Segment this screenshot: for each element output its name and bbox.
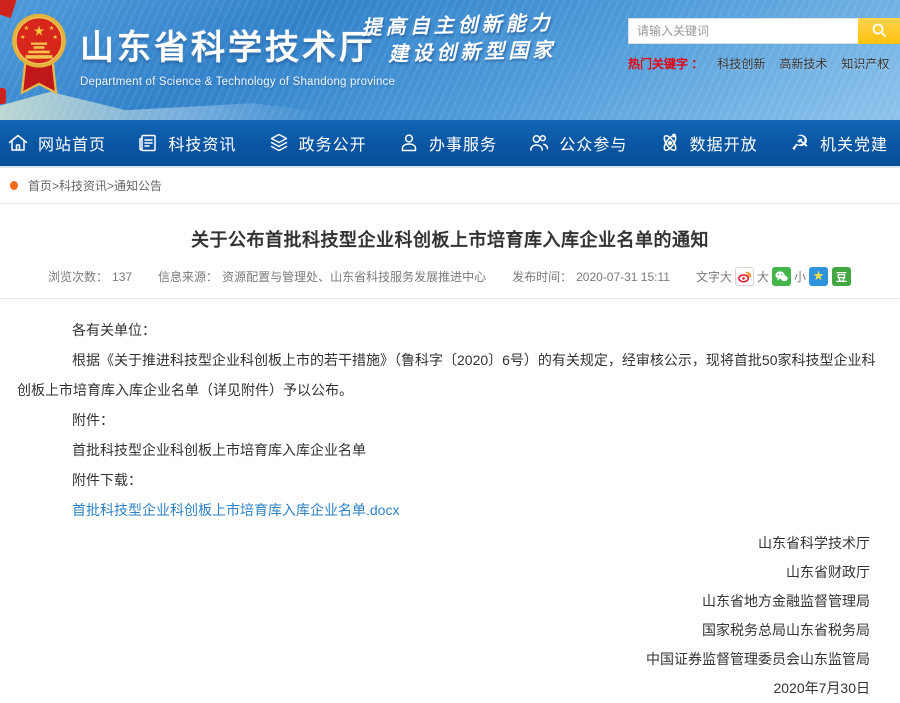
nav-item-label: 机关党建	[820, 131, 888, 155]
nav-item-label: 公众参与	[559, 131, 627, 155]
nav-item-gov-disclosure[interactable]: 政务公开	[263, 131, 371, 155]
breadcrumb[interactable]: 首页>科技资讯>通知公告	[28, 177, 162, 194]
nav-item-services[interactable]: 办事服务	[393, 131, 501, 155]
party-icon: ☭	[788, 131, 812, 155]
douban-share-icon[interactable]: 豆	[832, 267, 851, 286]
source-label: 信息来源：	[158, 268, 218, 285]
hot-keyword-link[interactable]: 科技创新	[717, 55, 765, 72]
nav-item-label: 科技资讯	[168, 131, 236, 155]
nav-item-label: 政务公开	[299, 131, 367, 155]
signature-org: 国家税务总局山东省税务局	[0, 616, 870, 645]
salutation: 各有关单位：	[17, 315, 883, 345]
layers-icon	[267, 131, 291, 155]
search-button[interactable]	[858, 18, 900, 44]
source-meta: 信息来源： 资源配置与管理处、山东省科技服务发展推进中心	[158, 268, 486, 285]
nav-item-news[interactable]: 科技资讯	[132, 131, 240, 155]
signature-org: 山东省财政厅	[0, 558, 870, 587]
body-paragraph: 根据《关于推进科技型企业科创板上市的若干措施》（鲁科字〔2020〕6号）的有关规…	[17, 345, 883, 405]
font-size-large-option[interactable]: 大	[757, 268, 769, 285]
page: ★ ★ ★ ★ ★ 山东省科学技术厅 Department of Science…	[0, 0, 900, 677]
slogan-line-2: 建设创新型国家	[362, 36, 557, 68]
header-slogan: 提高自主创新能力 建设创新型国家	[361, 9, 556, 68]
main-navigation: 网站首页 科技资讯 政务公开	[0, 120, 900, 168]
national-emblem-logo: ★ ★ ★ ★ ★	[12, 12, 66, 105]
publish-time-meta: 发布时间： 2020-07-31 15:11	[512, 268, 670, 285]
nav-item-label: 数据开放	[690, 131, 758, 155]
svg-text:★: ★	[49, 25, 55, 32]
font-size-small-option[interactable]: 小	[794, 268, 806, 285]
article-area: 关于公布首批科技型企业科创板上市培育库入库企业名单的通知 浏览次数： 137 信…	[0, 226, 900, 703]
site-header: ★ ★ ★ ★ ★ 山东省科学技术厅 Department of Science…	[0, 0, 900, 120]
attachment-download-link[interactable]: 首批科技型企业科创板上市培育库入库企业名单.docx	[72, 502, 399, 518]
signature-date: 2020年7月30日	[0, 674, 870, 703]
nav-item-public-participation[interactable]: 公众参与	[523, 131, 631, 155]
svg-text:★: ★	[52, 34, 58, 41]
site-title-english: Department of Science & Technology of Sh…	[80, 76, 395, 88]
article-body: 各有关单位： 根据《关于推进科技型企业科创板上市的若干措施》（鲁科字〔2020〕…	[0, 299, 900, 525]
signature-org: 山东省地方金融监督管理局	[0, 587, 870, 616]
search-area: 热门关键字 ： 科技创新 高新技术 知识产权	[628, 18, 900, 72]
svg-text:★: ★	[24, 25, 30, 32]
article-meta-row: 浏览次数： 137 信息来源： 资源配置与管理处、山东省科技服务发展推进中心 发…	[0, 267, 900, 299]
attachment-name: 首批科技型企业科创板上市培育库入库企业名单	[17, 435, 883, 465]
hot-keywords-label: 热门关键字 ：	[628, 55, 703, 72]
hot-keywords-row: 热门关键字 ： 科技创新 高新技术 知识产权	[628, 55, 900, 72]
views-count: 137	[112, 270, 132, 284]
nav-item-home[interactable]: 网站首页	[2, 131, 110, 155]
signature-org: 山东省科学技术厅	[0, 529, 870, 558]
font-size-and-share: 文字大 大	[696, 267, 852, 286]
hot-keyword-link[interactable]: 知识产权	[841, 55, 889, 72]
views-label: 浏览次数：	[48, 268, 108, 285]
atom-icon	[658, 131, 682, 155]
attachment-label: 附件：	[17, 405, 883, 435]
news-icon	[136, 131, 160, 155]
left-edge-decoration	[0, 88, 6, 104]
nav-item-party-building[interactable]: ☭ 机关党建	[784, 131, 892, 155]
page-title: 关于公布首批科技型企业科创板上市培育库入库企业名单的通知	[0, 226, 900, 252]
people-icon	[527, 131, 551, 155]
home-icon	[6, 131, 30, 155]
download-label: 附件下载：	[17, 465, 883, 495]
svg-text:★: ★	[20, 34, 26, 41]
svg-text:★: ★	[33, 24, 45, 39]
nav-item-label: 办事服务	[429, 131, 497, 155]
signature-org: 中国证券监督管理委员会山东监管局	[0, 645, 870, 674]
publish-time-label: 发布时间：	[512, 268, 572, 285]
person-icon	[397, 131, 421, 155]
qzone-star-share-icon[interactable]: ★	[809, 267, 828, 286]
site-title: 山东省科学技术厅	[80, 20, 395, 69]
hot-keyword-link[interactable]: 高新技术	[779, 55, 827, 72]
publish-time-value: 2020-07-31 15:11	[576, 270, 670, 284]
search-input[interactable]	[628, 18, 858, 44]
views-meta: 浏览次数： 137	[48, 268, 132, 285]
wechat-share-icon[interactable]	[772, 267, 791, 286]
breadcrumb-bar: 首页>科技资讯>通知公告	[0, 168, 900, 204]
breadcrumb-bullet-icon	[10, 181, 18, 190]
nav-item-open-data[interactable]: 数据开放	[654, 131, 762, 155]
source-value: 资源配置与管理处、山东省科技服务发展推进中心	[222, 268, 486, 285]
nav-item-label: 网站首页	[38, 131, 106, 155]
search-icon	[871, 22, 887, 41]
brand-block: 山东省科学技术厅 Department of Science & Technol…	[80, 20, 395, 88]
font-size-label: 文字大	[696, 268, 732, 285]
weibo-share-icon[interactable]	[735, 267, 754, 286]
